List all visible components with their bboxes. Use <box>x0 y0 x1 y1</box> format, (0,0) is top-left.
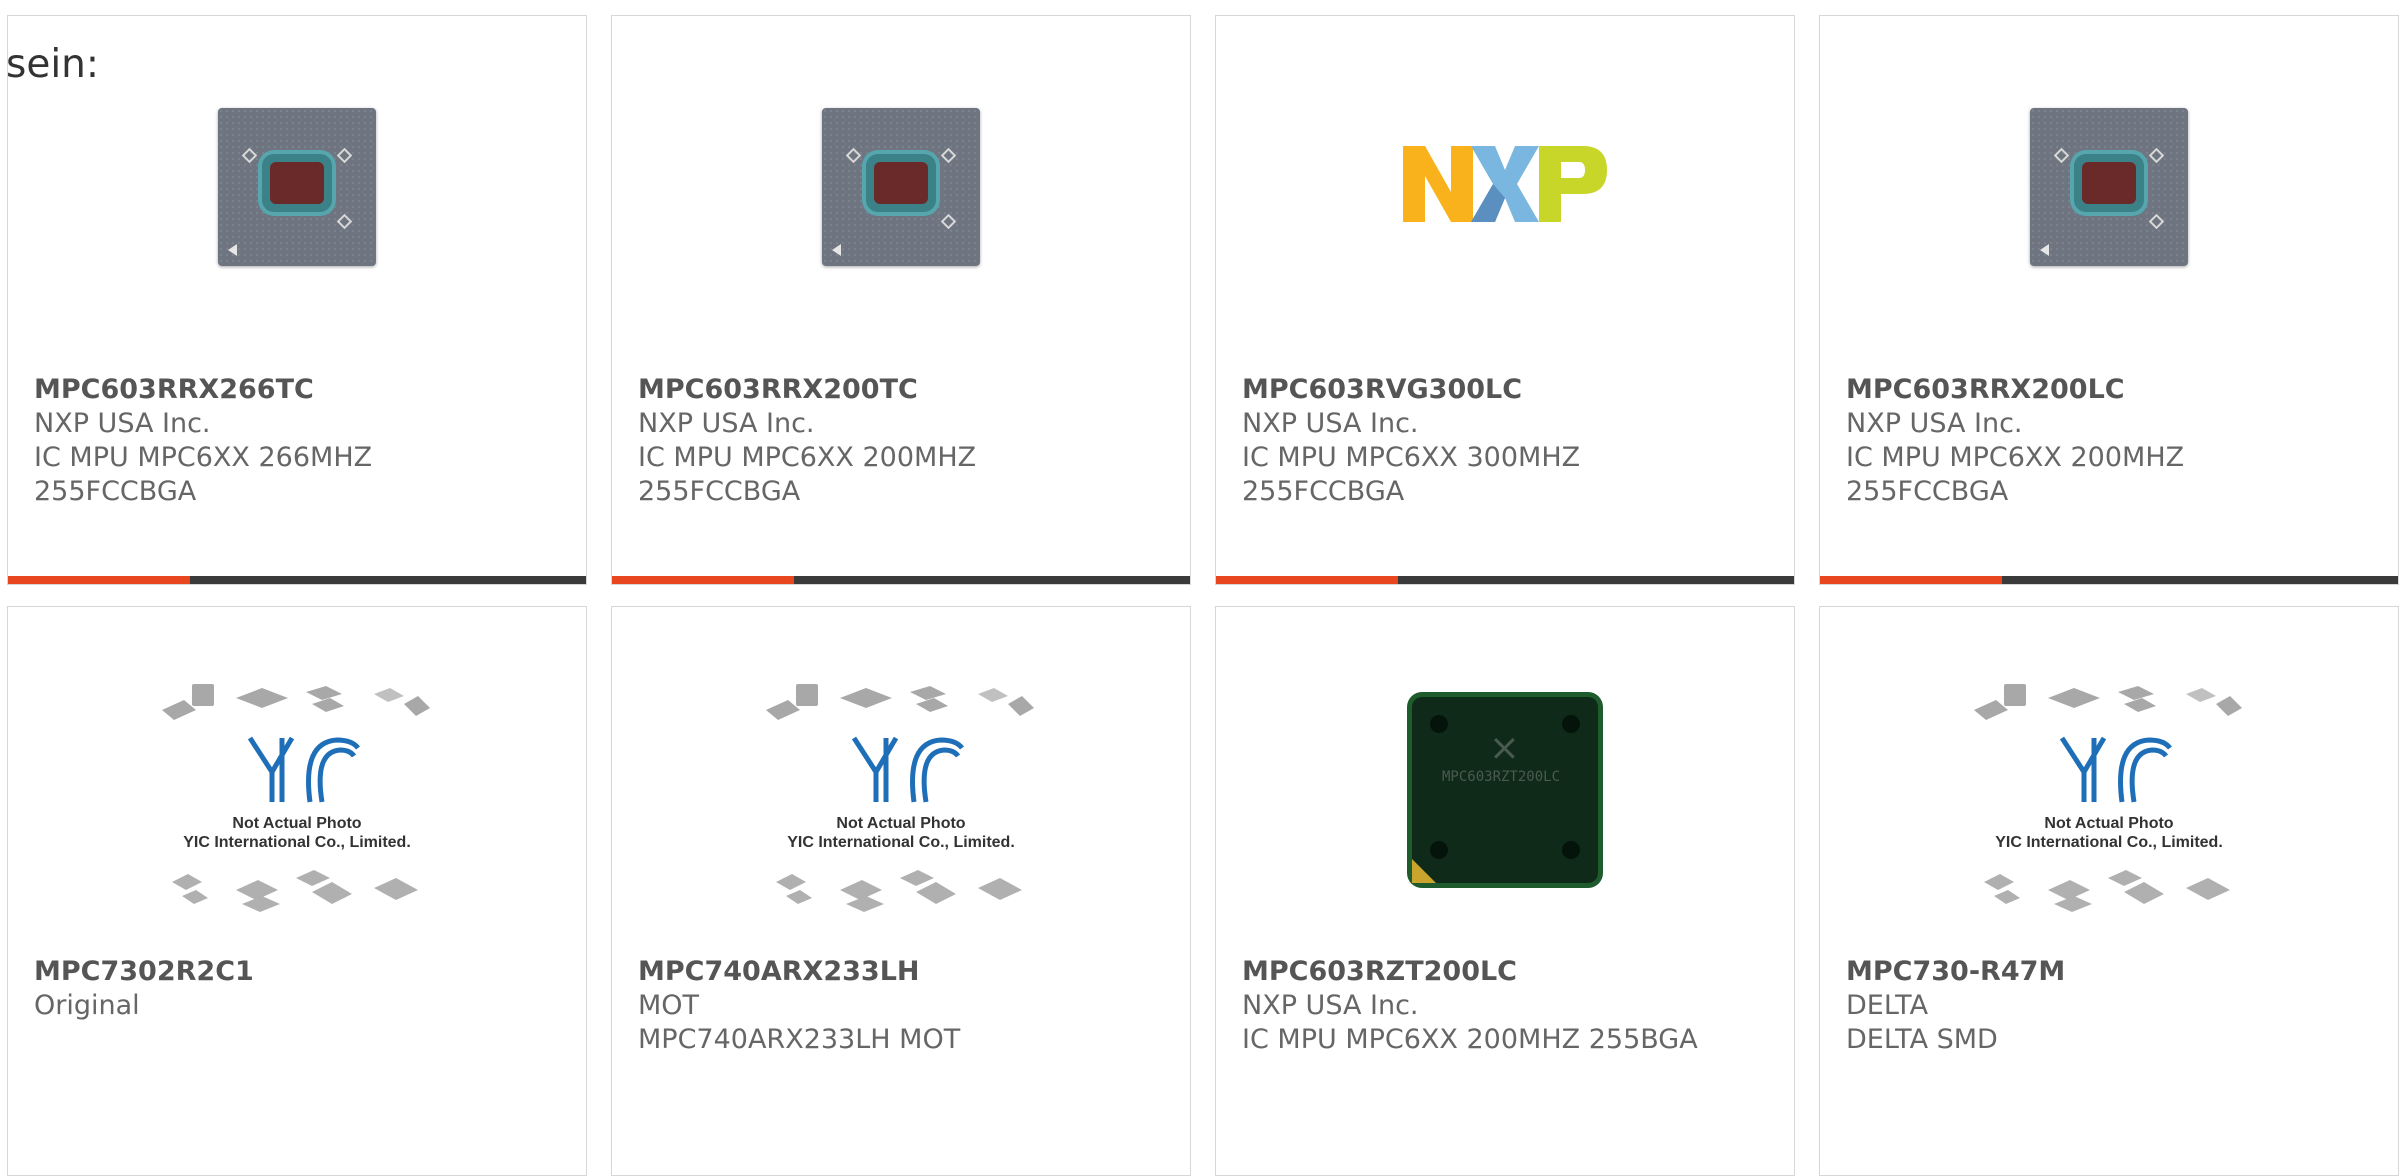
package: 255FCCBGA <box>1846 476 2009 507</box>
chip-marking: MPC603RZT200LC <box>1442 769 1561 785</box>
manufacturer: NXP USA Inc. <box>34 408 211 439</box>
description: MPC740ARX233LH MOT <box>638 1024 961 1055</box>
manufacturer: NXP USA Inc. <box>1242 408 1419 439</box>
package: 255FCCBGA <box>34 476 197 507</box>
product-image[interactable] <box>8 108 586 298</box>
description: IC MPU MPC6XX 200MHZ <box>638 442 977 473</box>
card-bottom-bar <box>8 576 586 584</box>
card-bottom-bar <box>1820 576 2398 584</box>
package: 255FCCBGA <box>638 476 801 507</box>
part-number[interactable]: MPC603RRX266TC <box>34 373 372 407</box>
product-card[interactable]: MPC603RVG300LC NXP USA Inc. IC MPU MPC6X… <box>1215 15 1795 585</box>
product-card[interactable]: MPC603RRX200TC NXP USA Inc. IC MPU MPC6X… <box>611 15 1191 585</box>
card-bottom-bar <box>1216 576 1794 584</box>
yic-caption-line1: Not Actual Photo <box>2044 815 2173 832</box>
product-image[interactable]: Not Actual Photo YIC International Co., … <box>1820 682 2398 912</box>
part-number[interactable]: MPC730-R47M <box>1846 955 2065 989</box>
intro-text: sein: <box>6 42 100 87</box>
product-card[interactable]: ⨉ MPC603RZT200LC MPC603RZT200LC NXP USA … <box>1215 606 1795 1176</box>
product-card[interactable]: Not Actual Photo YIC International Co., … <box>7 606 587 1176</box>
product-image[interactable]: Not Actual Photo YIC International Co., … <box>612 682 1190 912</box>
part-number[interactable]: MPC603RRX200LC <box>1846 373 2184 407</box>
yic-placeholder-image: Not Actual Photo YIC International Co., … <box>1974 684 2242 912</box>
yic-caption-line1: Not Actual Photo <box>836 815 965 832</box>
chip-image <box>2030 108 2188 266</box>
nxp-logo <box>1403 146 1607 222</box>
yic-caption-line1: Not Actual Photo <box>232 815 361 832</box>
product-image[interactable] <box>1216 146 1794 336</box>
manufacturer: NXP USA Inc. <box>638 408 815 439</box>
part-number[interactable]: MPC740ARX233LH <box>638 955 960 989</box>
part-number[interactable]: MPC603RRX200TC <box>638 373 976 407</box>
chip-image <box>218 108 376 266</box>
product-card[interactable]: Not Actual Photo YIC International Co., … <box>1819 606 2399 1176</box>
part-number[interactable]: MPC7302R2C1 <box>34 955 254 989</box>
part-number[interactable]: MPC603RVG300LC <box>1242 373 1580 407</box>
bga-chip-image: ⨉ MPC603RZT200LC <box>1412 697 1598 883</box>
yic-caption-line2: YIC International Co., Limited. <box>1995 834 2223 851</box>
manufacturer: DELTA <box>1846 990 1929 1021</box>
product-image[interactable]: Not Actual Photo YIC International Co., … <box>8 682 586 912</box>
product-card[interactable]: MPC603RRX266TC NXP USA Inc. IC MPU MPC6X… <box>7 15 587 585</box>
yic-caption-line2: YIC International Co., Limited. <box>183 834 411 851</box>
card-bottom-bar <box>612 576 1190 584</box>
chip-image <box>822 108 980 266</box>
product-card[interactable]: Not Actual Photo YIC International Co., … <box>611 606 1191 1176</box>
description: IC MPU MPC6XX 266MHZ <box>34 442 373 473</box>
manufacturer: MOT <box>638 990 700 1021</box>
description: IC MPU MPC6XX 200MHZ 255BGA <box>1242 1024 1698 1055</box>
yic-placeholder-image: Not Actual Photo YIC International Co., … <box>162 684 430 912</box>
description: Original <box>34 990 140 1021</box>
product-card[interactable]: MPC603RRX200LC NXP USA Inc. IC MPU MPC6X… <box>1819 15 2399 585</box>
manufacturer: NXP USA Inc. <box>1846 408 2023 439</box>
manufacturer: NXP USA Inc. <box>1242 990 1419 1021</box>
yic-caption-line2: YIC International Co., Limited. <box>787 834 1015 851</box>
description: IC MPU MPC6XX 300MHZ <box>1242 442 1581 473</box>
yic-placeholder-image: Not Actual Photo YIC International Co., … <box>766 684 1034 912</box>
product-image[interactable] <box>612 108 1190 298</box>
part-number[interactable]: MPC603RZT200LC <box>1242 955 1698 989</box>
package: 255FCCBGA <box>1242 476 1405 507</box>
description: DELTA SMD <box>1846 1024 1998 1055</box>
product-image[interactable]: ⨉ MPC603RZT200LC <box>1216 687 1794 883</box>
description: IC MPU MPC6XX 200MHZ <box>1846 442 2185 473</box>
product-image[interactable] <box>1820 108 2398 298</box>
